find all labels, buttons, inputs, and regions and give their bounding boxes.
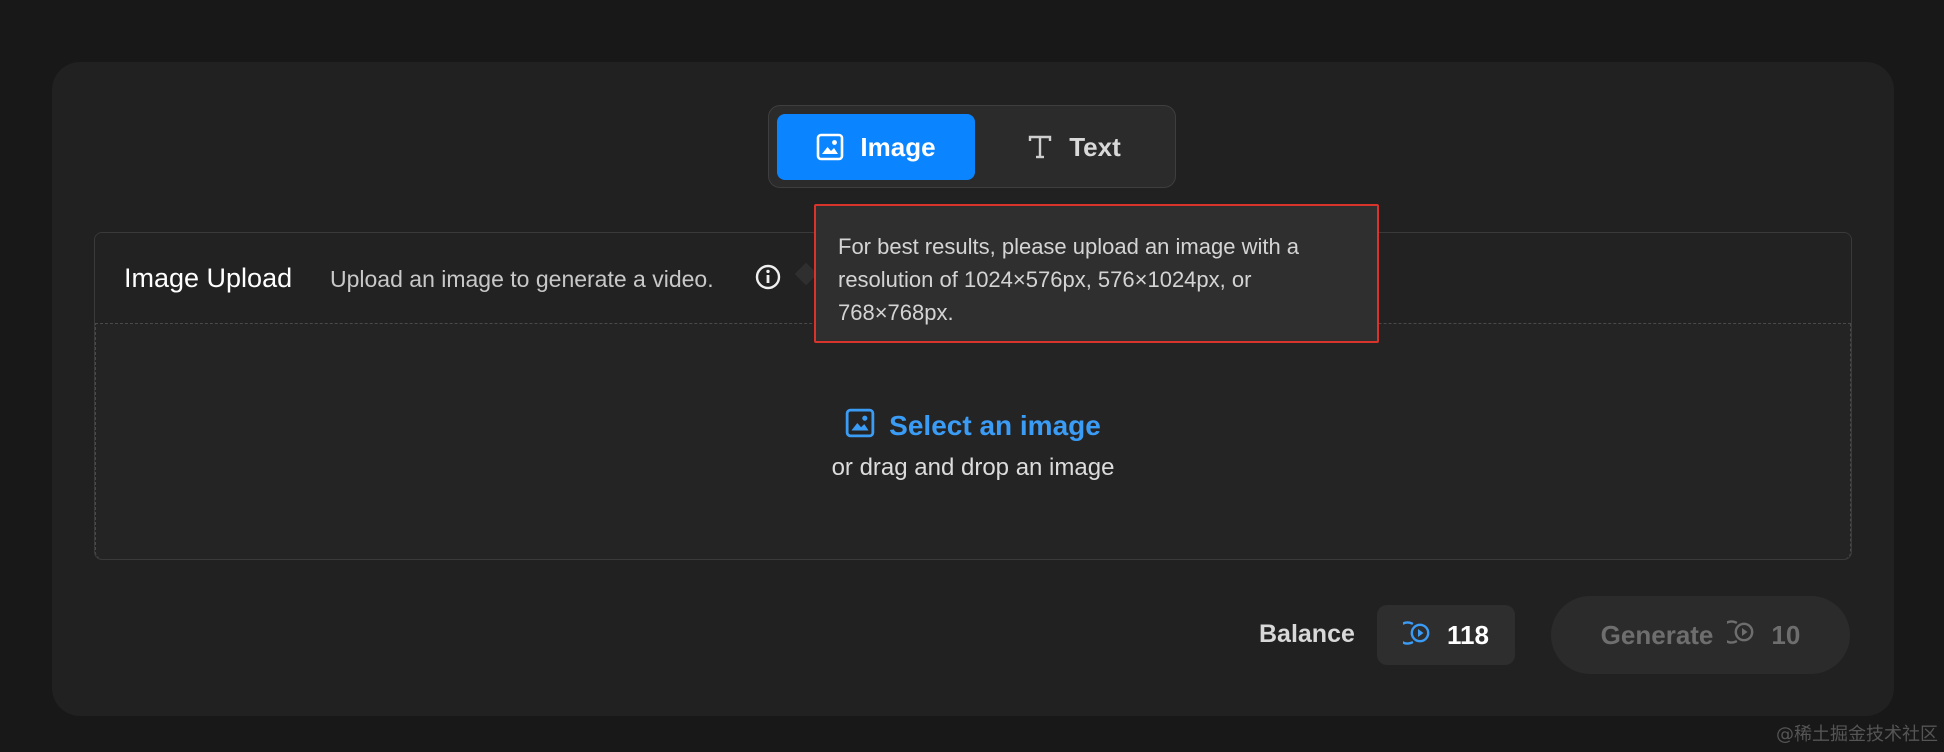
balance-value: 118 (1447, 619, 1489, 650)
select-image-row: Select an image (96, 408, 1850, 443)
upload-description: Upload an image to generate a video. (330, 266, 714, 292)
image-icon (816, 133, 844, 161)
image-icon (845, 408, 875, 443)
credits-icon (1395, 618, 1433, 653)
text-icon (1027, 134, 1053, 160)
watermark: @稀土掘金技术社区 (1776, 724, 1938, 745)
upload-title: Image Upload (124, 263, 293, 293)
balance-chip: 118 (1377, 605, 1515, 665)
generate-button[interactable]: Generate 10 (1551, 596, 1850, 674)
generate-cost: 10 (1771, 619, 1801, 650)
tab-image[interactable]: Image (777, 114, 975, 180)
mode-toggle: Image Text (768, 105, 1176, 188)
drag-drop-hint: or drag and drop an image (831, 454, 1115, 481)
credits-icon (1720, 617, 1757, 654)
tab-text-label: Text (1069, 131, 1121, 162)
image-dropzone[interactable]: Select an image or drag and drop an imag… (95, 324, 1851, 559)
info-icon[interactable] (754, 263, 782, 296)
balance-label: Balance (1259, 620, 1355, 648)
tab-text[interactable]: Text (979, 114, 1169, 180)
resolution-tooltip: For best results, please upload an image… (814, 204, 1379, 343)
generate-label: Generate (1600, 619, 1714, 650)
tab-image-label: Image (860, 131, 936, 162)
select-image-link[interactable]: Select an image (889, 410, 1101, 442)
